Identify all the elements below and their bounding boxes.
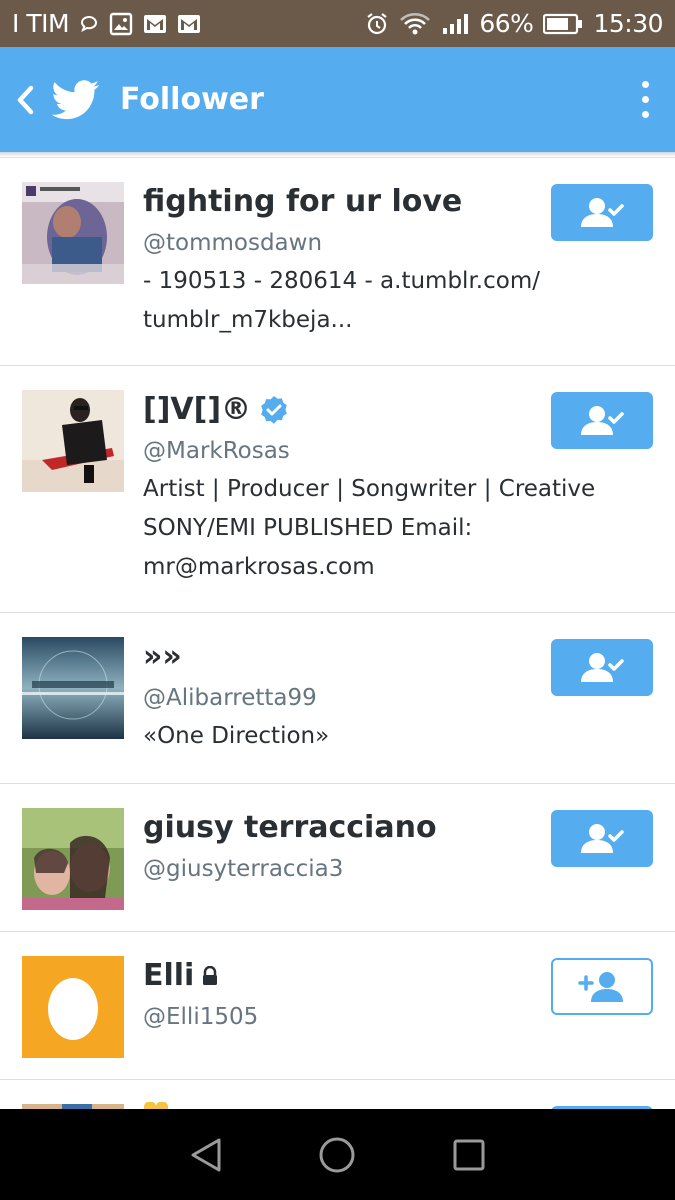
gallery-icon — [109, 12, 133, 36]
clock: 15:30 — [593, 9, 663, 38]
user-check-icon — [581, 405, 624, 435]
app-bar: Follower — [0, 47, 675, 152]
bio: «One Direction» — [143, 723, 330, 749]
user-check-icon — [581, 197, 624, 227]
gmail-icon — [143, 14, 167, 34]
signal-icon — [441, 12, 469, 36]
status-bar: I TIM 66% 15:30 — [0, 0, 675, 47]
dot — [641, 96, 649, 103]
verified-badge-icon — [261, 396, 287, 424]
dot — [641, 81, 649, 88]
alarm-clock-icon — [365, 12, 389, 36]
list-item[interactable] — [0, 1080, 675, 1109]
display-name-text: fighting for ur love — [143, 184, 463, 219]
nav-recents-button[interactable] — [449, 1135, 489, 1175]
display-name-text: Elli — [143, 958, 195, 993]
twitter-bird-icon — [52, 75, 102, 125]
avatar[interactable] — [22, 637, 124, 739]
triangle-back-icon — [191, 1138, 221, 1171]
following-button[interactable] — [551, 810, 653, 867]
avatar[interactable] — [22, 956, 124, 1058]
bio: Artist | Producer | Songwriter | Creativ… — [143, 476, 596, 580]
display-name-text: []V[]® — [143, 392, 252, 427]
nav-back-button[interactable] — [186, 1135, 226, 1175]
battery-percent: 66% — [479, 9, 534, 38]
gmail-icon-2 — [177, 14, 201, 34]
list-item[interactable]: fighting for ur love @tommosdawn - 19051… — [0, 158, 675, 366]
bio: - 190513 - 280614 - a.tumblr.com/ tumblr… — [143, 268, 540, 333]
avatar[interactable] — [22, 390, 124, 492]
follower-list[interactable]: fighting for ur love @tommosdawn - 19051… — [0, 152, 675, 1109]
nav-home-button[interactable] — [317, 1135, 357, 1175]
carrier-name: I TIM — [12, 9, 70, 38]
battery-icon — [543, 13, 583, 35]
heart-icon — [143, 1102, 169, 1109]
square-recents-icon — [453, 1139, 485, 1170]
chat-bubble-icon — [79, 14, 99, 34]
follow-button[interactable] — [551, 958, 653, 1015]
list-item[interactable]: giusy terracciano @giusyterraccia3 — [0, 784, 675, 932]
chevron-left-icon — [17, 85, 34, 114]
list-item[interactable]: []V[]® @MarkRosas Artist | Producer | So… — [0, 366, 675, 613]
wifi-icon — [399, 12, 431, 36]
user-check-icon — [581, 652, 624, 682]
lock-icon — [203, 966, 218, 985]
following-button[interactable] — [551, 392, 653, 449]
overflow-menu-button[interactable] — [615, 47, 675, 152]
avatar[interactable] — [22, 182, 124, 284]
user-check-icon — [581, 823, 624, 853]
dot — [641, 111, 649, 118]
list-item[interactable]: Elli @Elli1505 — [0, 932, 675, 1080]
page-title: Follower — [120, 82, 264, 117]
circle-home-icon — [319, 1137, 355, 1172]
following-button[interactable] — [551, 639, 653, 696]
back-button[interactable] — [0, 47, 50, 152]
display-name-text: »» — [143, 639, 182, 674]
default-egg-avatar-icon — [22, 956, 124, 1058]
display-name-text: giusy terracciano — [143, 810, 437, 845]
avatar[interactable] — [22, 808, 124, 910]
system-nav-bar — [0, 1109, 675, 1200]
following-button[interactable] — [551, 184, 653, 241]
list-item[interactable]: »» @Alibarretta99 «One Direction» — [0, 613, 675, 784]
add-user-icon — [578, 971, 623, 1002]
